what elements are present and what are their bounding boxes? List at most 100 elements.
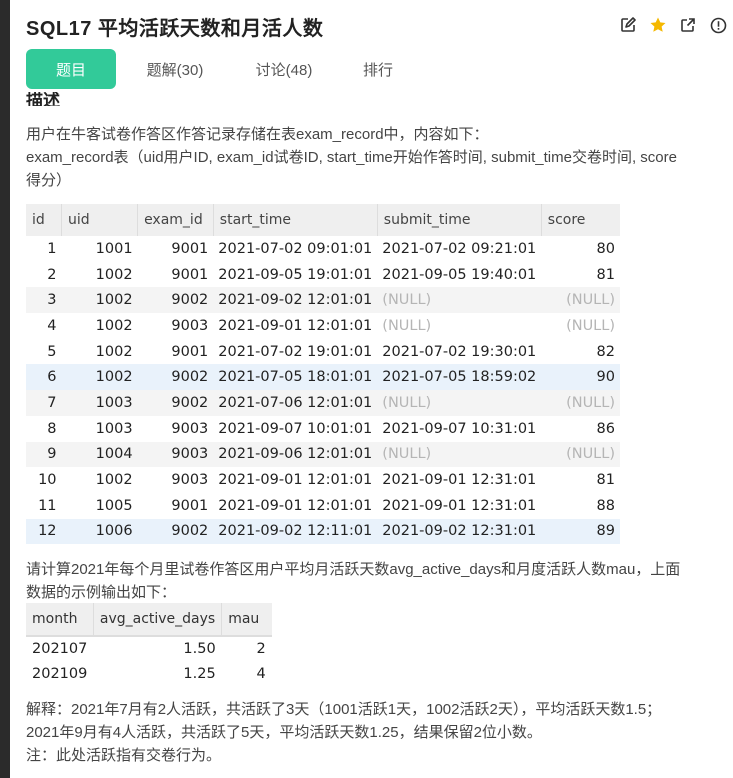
column-header: avg_active_days	[93, 603, 223, 637]
table-cell: 2021-09-01 12:01:01	[218, 472, 373, 489]
column-header: mau	[221, 603, 272, 637]
table-cell: (NULL)	[541, 390, 620, 416]
table-cell: (NULL)	[541, 287, 620, 314]
table-cell: 9002	[137, 518, 214, 545]
table-cell: 2021-09-05 19:40:01	[382, 266, 537, 283]
description-heading: 描述	[26, 92, 60, 106]
header: SQL17 平均活跃天数和月活人数	[26, 10, 733, 42]
table-row: 1 1001 9001 2021-07-02 09:01:01 2021-07-02 0…	[26, 236, 620, 262]
table-cell: 11	[38, 497, 57, 514]
intro-line: 得分）	[26, 172, 72, 189]
table-cell: 9	[26, 441, 62, 468]
table-cell: 2021-09-01 12:01:01	[218, 317, 373, 334]
tab-ranking[interactable]: 排行	[334, 49, 422, 89]
left-edge-strip	[0, 0, 10, 778]
table-header-row: month avg_active_days mau	[26, 603, 272, 637]
table-cell: 1004	[61, 441, 138, 468]
table-cell: 3	[26, 287, 62, 314]
table-row: 12 1006 9002 2021-09-02 12:11:01 2021-09-02 …	[26, 518, 620, 545]
table-header-row: id uid exam_id start_time submit_time sc…	[26, 204, 620, 236]
table-cell: 2021-09-06 12:01:01	[213, 441, 378, 468]
table-cell: 81	[596, 472, 615, 489]
column-header: exam_id	[137, 204, 214, 236]
table-cell: 82	[596, 343, 615, 360]
table-row: 202109 1.25 4	[26, 661, 272, 686]
table-cell: 1.25	[183, 665, 216, 682]
task-line: 请计算2021年每个月里试卷作答区用户平均月活跃天数avg_active_day…	[26, 561, 681, 578]
table-cell: 2021-09-02 12:31:01	[377, 518, 542, 545]
table-cell: 1006	[61, 518, 138, 545]
table-cell: 9003	[137, 441, 214, 468]
explanation-line: 注：此处活跃指有交卷行为。	[26, 747, 222, 764]
table-cell: 2021-07-05 18:01:01	[213, 364, 378, 391]
table-cell: 2021-09-01 12:31:01	[382, 472, 537, 489]
intro-line: exam_record表（uid用户ID, exam_id试卷ID, start…	[26, 149, 677, 166]
table-cell: 9002	[137, 390, 214, 416]
table-cell: 90	[541, 364, 620, 391]
table-row: 9 1004 9003 2021-09-06 12:01:01 (NULL) (NULL)	[26, 441, 620, 468]
table-cell: 2021-09-02 12:11:01	[213, 518, 378, 545]
table-cell: 7	[26, 390, 62, 416]
table-cell: 4	[256, 665, 266, 682]
star-icon[interactable]	[647, 14, 669, 36]
table-cell: 9002	[137, 287, 214, 314]
table-cell: 2021-07-05 18:59:02	[377, 364, 542, 391]
table-cell: 1	[47, 240, 57, 257]
explanation-text: 解释：2021年7月有2人活跃，共活跃了3天（1001活跃1天，1002活跃2天…	[26, 698, 726, 767]
table-row: 6 1002 9002 2021-07-05 18:01:01 2021-07-05 1…	[26, 364, 620, 391]
table-cell: 81	[596, 266, 615, 283]
description-heading-clip: 描述	[26, 92, 60, 106]
table-row: 5 1002 9001 2021-07-02 19:01:01 2021-07-02 1…	[26, 339, 620, 365]
table-cell: (NULL)	[377, 287, 542, 314]
table-row: 7 1003 9002 2021-07-06 12:01:01 (NULL) (NULL)	[26, 390, 620, 416]
table-cell: (NULL)	[377, 390, 542, 416]
table-row: 10 1002 9003 2021-09-01 12:01:01 2021-09-01 …	[26, 467, 620, 493]
table-cell: 2021-09-07 10:01:01	[218, 420, 373, 437]
table-cell: 202109	[32, 665, 88, 682]
table-cell: 1003	[61, 390, 138, 416]
share-icon[interactable]	[677, 14, 699, 36]
info-icon[interactable]	[707, 14, 729, 36]
tab-bar: 题目 题解(30) 讨论(48) 排行	[26, 48, 422, 90]
page-title: SQL17 平均活跃天数和月活人数	[26, 17, 324, 40]
table-cell: 2021-09-05 19:01:01	[218, 266, 373, 283]
table-row: 11 1005 9001 2021-09-01 12:01:01 2021-09-01 …	[26, 493, 620, 519]
table-cell: 1001	[95, 240, 133, 257]
intro-line: 用户在牛客试卷作答区作答记录存储在表exam_record中，内容如下：	[26, 126, 489, 143]
table-cell: 9001	[171, 497, 209, 514]
table-cell: 1.50	[183, 641, 216, 657]
tab-problem[interactable]: 题目	[26, 49, 116, 89]
table-cell: 2021-07-02 19:01:01	[218, 343, 373, 360]
table-cell: 9001	[171, 343, 209, 360]
table-cell: 202107	[32, 641, 88, 657]
column-header: uid	[61, 204, 139, 236]
table-cell: 2021-07-06 12:01:01	[213, 390, 378, 416]
table-cell: 2021-09-01 12:01:01	[218, 497, 373, 514]
table-cell: 1002	[95, 317, 133, 334]
table-cell: 9002	[137, 364, 214, 391]
table-cell: 10	[38, 472, 57, 489]
table-row: 202107 1.50 2	[26, 636, 272, 661]
column-header: start_time	[213, 204, 378, 236]
table-cell: 9001	[171, 266, 209, 283]
table-cell: 80	[596, 240, 615, 257]
table-cell: 2021-09-07 10:31:01	[382, 420, 537, 437]
explanation-line: 解释：2021年7月有2人活跃，共活跃了3天（1001活跃1天，1002活跃2天…	[26, 701, 662, 718]
table-cell: 2021-07-02 09:21:01	[382, 240, 537, 257]
table-cell: 1002	[95, 266, 133, 283]
title-actions	[617, 14, 729, 36]
table-row: 8 1003 9003 2021-09-07 10:01:01 2021-09-07 1…	[26, 416, 620, 442]
table-cell: 12	[26, 518, 62, 545]
table-cell: 8	[47, 420, 57, 437]
column-header: id	[26, 204, 63, 236]
tab-discussion[interactable]: 讨论(48)	[234, 49, 334, 89]
table-cell: 1002	[61, 364, 138, 391]
tab-solutions[interactable]: 题解(30)	[116, 49, 234, 89]
table-cell: (NULL)	[541, 441, 620, 468]
table-cell: 1002	[61, 287, 138, 314]
edit-icon[interactable]	[617, 14, 639, 36]
column-header: month	[26, 603, 94, 637]
table-cell: 2	[256, 641, 266, 657]
column-header: score	[541, 204, 620, 236]
table-cell: 1002	[95, 343, 133, 360]
